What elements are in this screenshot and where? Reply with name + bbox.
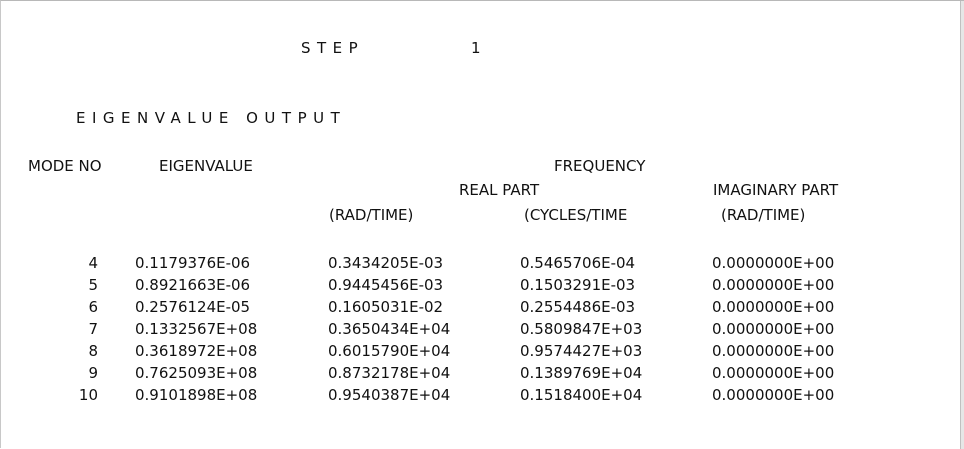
step-label: STEP (301, 39, 365, 57)
table-row-eigenvalue: 0.1179376E-06 (135, 254, 251, 272)
header-imaginary-part: IMAGINARY PART (713, 181, 839, 199)
table-row-eigenvalue: 0.3618972E+08 (135, 342, 258, 360)
table-row-rad: 0.9445456E-03 (328, 276, 444, 294)
table-row-cycles: 0.1518400E+04 (520, 386, 643, 404)
table-row-cycles: 0.1389769E+04 (520, 364, 643, 382)
header-cycles-time: (CYCLES/TIME (524, 206, 628, 224)
header-mode-no: MODE NO (28, 157, 102, 175)
table-row-imag: 0.0000000E+00 (712, 386, 835, 404)
table-row-cycles: 0.9574427E+03 (520, 342, 643, 360)
header-eigenvalue: EIGENVALUE (159, 157, 253, 175)
table-row-rad: 0.9540387E+04 (328, 386, 451, 404)
table-row-mode: 9 (88, 364, 98, 382)
table-row-imag: 0.0000000E+00 (712, 320, 835, 338)
table-row-cycles: 0.5465706E-04 (520, 254, 636, 272)
header-frequency: FREQUENCY (554, 157, 646, 175)
table-row-rad: 0.1605031E-02 (328, 298, 444, 316)
header-rad-time: (RAD/TIME) (329, 206, 414, 224)
output-window: STEP 1 EIGENVALUE OUTPUT MODE NO EIGENVA… (0, 0, 964, 449)
table-row-eigenvalue: 0.2576124E-05 (135, 298, 251, 316)
table-row-cycles: 0.5809847E+03 (520, 320, 643, 338)
table-row-eigenvalue: 0.7625093E+08 (135, 364, 258, 382)
table-row-imag: 0.0000000E+00 (712, 342, 835, 360)
table-row-mode: 6 (88, 298, 98, 316)
table-row-imag: 0.0000000E+00 (712, 254, 835, 272)
header-real-part: REAL PART (459, 181, 540, 199)
table-row-imag: 0.0000000E+00 (712, 276, 835, 294)
scrollbar-edge[interactable] (960, 1, 964, 449)
table-row-mode: 4 (88, 254, 98, 272)
table-row-mode: 10 (78, 386, 98, 404)
table-row-imag: 0.0000000E+00 (712, 364, 835, 382)
step-number: 1 (471, 39, 481, 57)
table-row-rad: 0.6015790E+04 (328, 342, 451, 360)
section-title: EIGENVALUE OUTPUT (76, 109, 347, 127)
table-row-cycles: 0.1503291E-03 (520, 276, 636, 294)
table-row-eigenvalue: 0.9101898E+08 (135, 386, 258, 404)
table-row-mode: 7 (88, 320, 98, 338)
table-row-eigenvalue: 0.8921663E-06 (135, 276, 251, 294)
table-row-rad: 0.3434205E-03 (328, 254, 444, 272)
table-row-imag: 0.0000000E+00 (712, 298, 835, 316)
table-row-rad: 0.3650434E+04 (328, 320, 451, 338)
table-row-cycles: 0.2554486E-03 (520, 298, 636, 316)
table-row-mode: 5 (88, 276, 98, 294)
table-row-mode: 8 (88, 342, 98, 360)
table-row-eigenvalue: 0.1332567E+08 (135, 320, 258, 338)
table-row-rad: 0.8732178E+04 (328, 364, 451, 382)
header-imag-rad-time: (RAD/TIME) (721, 206, 806, 224)
